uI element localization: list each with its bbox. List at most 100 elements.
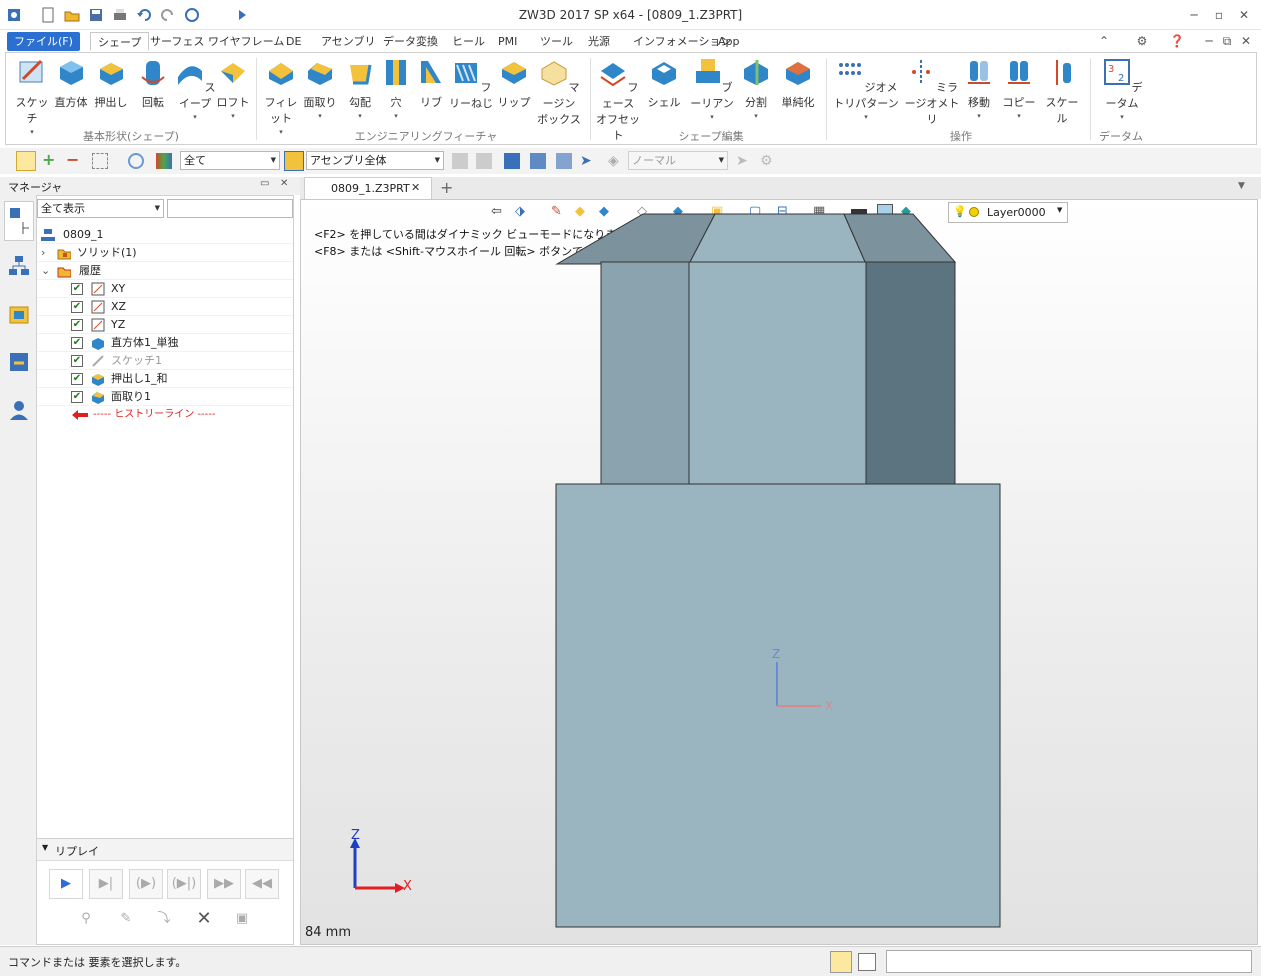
filter-select[interactable]: 全て ▼ (180, 151, 280, 170)
box-button[interactable]: 直方体 (52, 57, 90, 110)
tab-tools[interactable]: ツール (533, 32, 580, 51)
margin-box-button[interactable]: マージン ボックス (536, 57, 582, 127)
pointer-icon[interactable]: ➤ (580, 153, 596, 169)
copy-button[interactable]: コピー ▾ (1002, 57, 1036, 120)
tab-list-icon[interactable]: ▼ (1238, 181, 1245, 191)
sketch-button[interactable]: スケッチ ▾ (12, 57, 52, 136)
tab-history-manager[interactable] (4, 201, 34, 241)
replay-header[interactable]: ▼ リプレイ (37, 839, 293, 861)
tree-solid-node[interactable]: › ソリッド(1) (37, 244, 293, 262)
close-icon[interactable]: ✕ (411, 181, 420, 194)
doc-tab[interactable]: 0809_1.Z3PRT ✕ (304, 177, 432, 199)
sweep-button[interactable]: スイープ ▾ (174, 57, 216, 121)
tree-item-extrude1[interactable]: ✔ 押出し1_和 (37, 370, 293, 388)
settings-icon[interactable]: ⚙ (1133, 32, 1151, 50)
boolean-button[interactable]: ブーリアン ▾ (690, 57, 734, 121)
geometry-pattern-button[interactable]: ジオメトリパターン ▾ (832, 57, 900, 121)
command-input[interactable] (886, 950, 1252, 973)
visibility-checkbox[interactable]: ✔ (71, 373, 83, 385)
loft-button[interactable]: ロフト ▾ (214, 57, 252, 120)
tree-item-yz[interactable]: ✔ YZ (37, 316, 293, 334)
tree-root[interactable]: 0809_1 (37, 226, 293, 244)
assembly-scope-icon[interactable] (284, 151, 304, 171)
lasso-icon[interactable] (128, 153, 144, 169)
extrude-button[interactable]: 押出し (92, 57, 130, 110)
tree-item-xz[interactable]: ✔ XZ (37, 298, 293, 316)
tab-wireframe[interactable]: ワイヤフレーム (201, 32, 291, 51)
tree-history-node[interactable]: ⌄ 履歴 (37, 262, 293, 280)
model-front-upper-face[interactable] (688, 261, 867, 485)
model-top-face-center[interactable] (688, 213, 867, 265)
tab-data-convert[interactable]: データ変換 (376, 32, 445, 51)
list-tool-icon[interactable] (530, 153, 546, 169)
filter-icon[interactable] (156, 153, 172, 169)
tree-item-xy[interactable]: ✔ XY (37, 280, 293, 298)
pick-cursor-button[interactable] (16, 151, 36, 171)
shell-button[interactable]: シェル (646, 57, 682, 110)
restore-button[interactable]: ▫ (1210, 6, 1228, 24)
visibility-checkbox[interactable]: ✔ (71, 319, 83, 331)
tab-assembly[interactable]: アセンブリ (314, 32, 382, 51)
visibility-checkbox[interactable]: ✔ (71, 301, 83, 313)
tab-pmi[interactable]: PMI (491, 32, 524, 51)
visibility-checkbox[interactable]: ✔ (71, 337, 83, 349)
tree-item-sketch1[interactable]: ✔ スケッチ1 (37, 352, 293, 370)
fillet-button[interactable]: フィレット ▾ (261, 57, 301, 136)
doc-close-button[interactable]: ✕ (1237, 32, 1255, 50)
simplify-button[interactable]: 単純化 (778, 57, 818, 110)
help-icon[interactable]: ❓ (1168, 32, 1186, 50)
mirror-geometry-button[interactable]: ミラージオメトリ (902, 57, 962, 127)
tree-item-chamfer1[interactable]: ✔ 面取り1 (37, 388, 293, 406)
graphics-view[interactable]: <F2> を押している間はダイナミック ビューモードになります。 <F8> また… (300, 199, 1258, 945)
doc-minimize-button[interactable]: ─ (1200, 32, 1218, 50)
model-left-face[interactable] (600, 261, 690, 485)
rib-button[interactable]: リブ (414, 57, 448, 110)
box-select-icon[interactable] (92, 153, 108, 169)
add-icon[interactable]: + (42, 152, 58, 169)
display-filter-select[interactable]: 全て表示 ▼ (37, 199, 164, 218)
tab-de[interactable]: DE (279, 32, 308, 51)
lip-button[interactable]: リップ (496, 57, 532, 110)
user-manager-icon[interactable] (8, 399, 30, 421)
doc-restore-button[interactable]: ⧉ (1218, 32, 1236, 50)
hole-button[interactable]: 穴 ▾ (380, 57, 412, 120)
import-manager-icon[interactable] (8, 351, 30, 373)
split-button[interactable]: 分割 ▾ (738, 57, 774, 120)
move-button[interactable]: 移動 ▾ (962, 57, 996, 120)
tab-light[interactable]: 光源 (581, 32, 617, 51)
draft-button[interactable]: 勾配 ▾ (342, 57, 378, 120)
minimize-button[interactable]: ─ (1185, 6, 1203, 24)
tree-search-input[interactable] (167, 199, 293, 218)
visibility-checkbox[interactable]: ✔ (71, 283, 83, 295)
scope-select[interactable]: アセンブリ全体 ▼ (306, 151, 444, 170)
object-manager-icon[interactable] (8, 303, 30, 325)
replay-play-button[interactable]: ▶ (49, 869, 83, 899)
scale-button[interactable]: スケール (1042, 57, 1082, 126)
list-tool-icon[interactable] (556, 153, 572, 169)
revolve-button[interactable]: 回転 (134, 57, 172, 110)
pin-icon[interactable]: ▭ (260, 178, 269, 189)
chevron-right-icon[interactable]: › (41, 244, 45, 262)
collapse-ribbon-icon[interactable]: ⌃ (1095, 32, 1113, 50)
remove-icon[interactable]: − (66, 152, 82, 169)
tab-heal[interactable]: ヒール (445, 32, 492, 51)
close-button[interactable]: ✕ (1235, 6, 1253, 24)
chamfer-button[interactable]: 面取り ▾ (302, 57, 338, 120)
history-line[interactable]: ----- ヒストリーライン ----- (37, 406, 293, 424)
tab-file[interactable]: ファイル(F) (7, 32, 80, 51)
list-tool-icon[interactable] (504, 153, 520, 169)
replay-delete-icon[interactable]: ✕ (187, 905, 221, 935)
visibility-checkbox[interactable]: ✔ (71, 355, 83, 367)
free-thread-button[interactable]: フリーねじ (449, 57, 493, 111)
tab-shape[interactable]: シェープ (90, 32, 150, 51)
assembly-tree-icon[interactable] (8, 255, 30, 277)
visibility-checkbox[interactable]: ✔ (71, 391, 83, 403)
tab-app[interactable]: App (711, 32, 747, 51)
new-tab-icon[interactable]: + (440, 178, 453, 197)
chevron-down-icon[interactable]: ⌄ (41, 262, 50, 280)
close-icon[interactable]: ✕ (280, 178, 288, 189)
model-top-face-left[interactable] (555, 213, 716, 265)
model-3d[interactable]: Z X (301, 200, 1257, 944)
model-right-face[interactable] (865, 261, 956, 485)
list-mode-button[interactable] (858, 953, 876, 971)
